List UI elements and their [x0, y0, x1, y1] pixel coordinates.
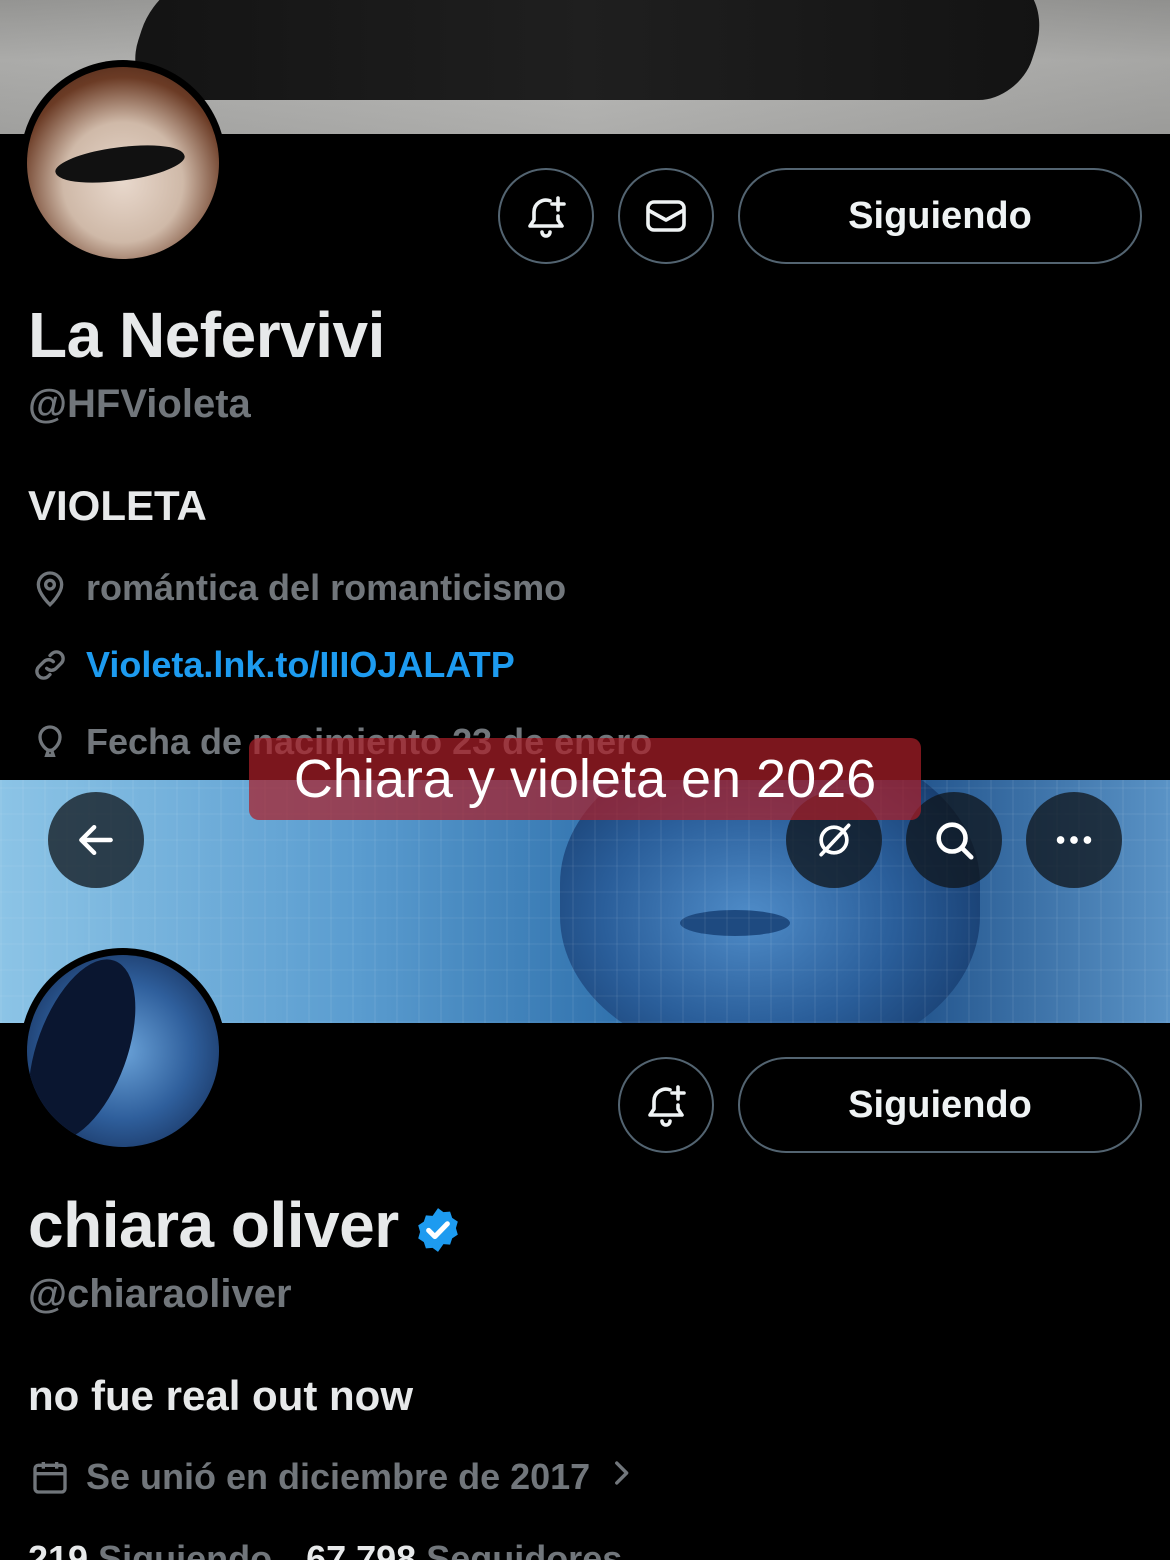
back-button[interactable]: [48, 792, 144, 888]
message-button[interactable]: [618, 168, 714, 264]
location-text: romántica del romanticismo: [86, 567, 567, 608]
followers-label[interactable]: Seguidores: [426, 1538, 622, 1560]
location-row: romántica del romanticismo: [28, 566, 566, 610]
more-dots-icon: [1056, 836, 1092, 844]
bio-top: VIOLETA: [28, 482, 207, 529]
joined-row[interactable]: Se unió en diciembre de 2017: [28, 1455, 638, 1499]
following-button-top[interactable]: Siguiendo: [738, 168, 1142, 264]
handle-bottom: @chiaraoliver: [28, 1272, 292, 1316]
location-pin-icon: [28, 566, 72, 610]
verified-badge-icon: [417, 1208, 458, 1252]
avatar-chiara[interactable]: [20, 948, 226, 1154]
avatar-image: [27, 955, 219, 1147]
link-icon: [28, 643, 72, 687]
bell-plus-icon: [648, 1085, 686, 1127]
handle-top: @HFVioleta: [28, 382, 251, 426]
bell-plus-icon: [528, 196, 566, 238]
display-name-text: chiara oliver: [28, 1189, 399, 1261]
joined-text: Se unió en diciembre de 2017: [86, 1456, 591, 1497]
display-name-top: La Nefervivi: [28, 299, 385, 371]
back-arrow-icon: [79, 824, 113, 856]
balloon-icon: [28, 720, 72, 764]
following-button-bottom[interactable]: Siguiendo: [738, 1057, 1142, 1153]
profile-link[interactable]: Violeta.lnk.to/IIIOJALATP: [86, 644, 515, 686]
more-button[interactable]: [1026, 792, 1122, 888]
avatar-violeta[interactable]: [20, 60, 226, 266]
calendar-icon: [28, 1455, 72, 1499]
following-label[interactable]: Siguiendo: [98, 1538, 272, 1560]
avatar-image: [27, 67, 219, 259]
search-icon: [936, 822, 974, 860]
envelope-icon: [646, 200, 686, 232]
display-name-bottom: chiara oliver: [28, 1188, 463, 1262]
avatar-mask: [53, 135, 187, 193]
link-row[interactable]: Violeta.lnk.to/IIIOJALATP: [28, 643, 515, 687]
chevron-right-icon: [604, 1456, 638, 1499]
video-caption: Chiara y violeta en 2026: [249, 738, 921, 820]
avatar-hair: [27, 955, 157, 1147]
followers-count[interactable]: 67,798: [306, 1538, 416, 1560]
follow-stats-row: 219 Siguiendo 67,798 Seguidores: [28, 1538, 622, 1560]
grok-icon: [819, 823, 851, 857]
bio-bottom: no fue real out now: [28, 1372, 413, 1419]
notify-button-bottom[interactable]: [618, 1057, 714, 1153]
following-count[interactable]: 219: [28, 1538, 88, 1560]
notify-button[interactable]: [498, 168, 594, 264]
